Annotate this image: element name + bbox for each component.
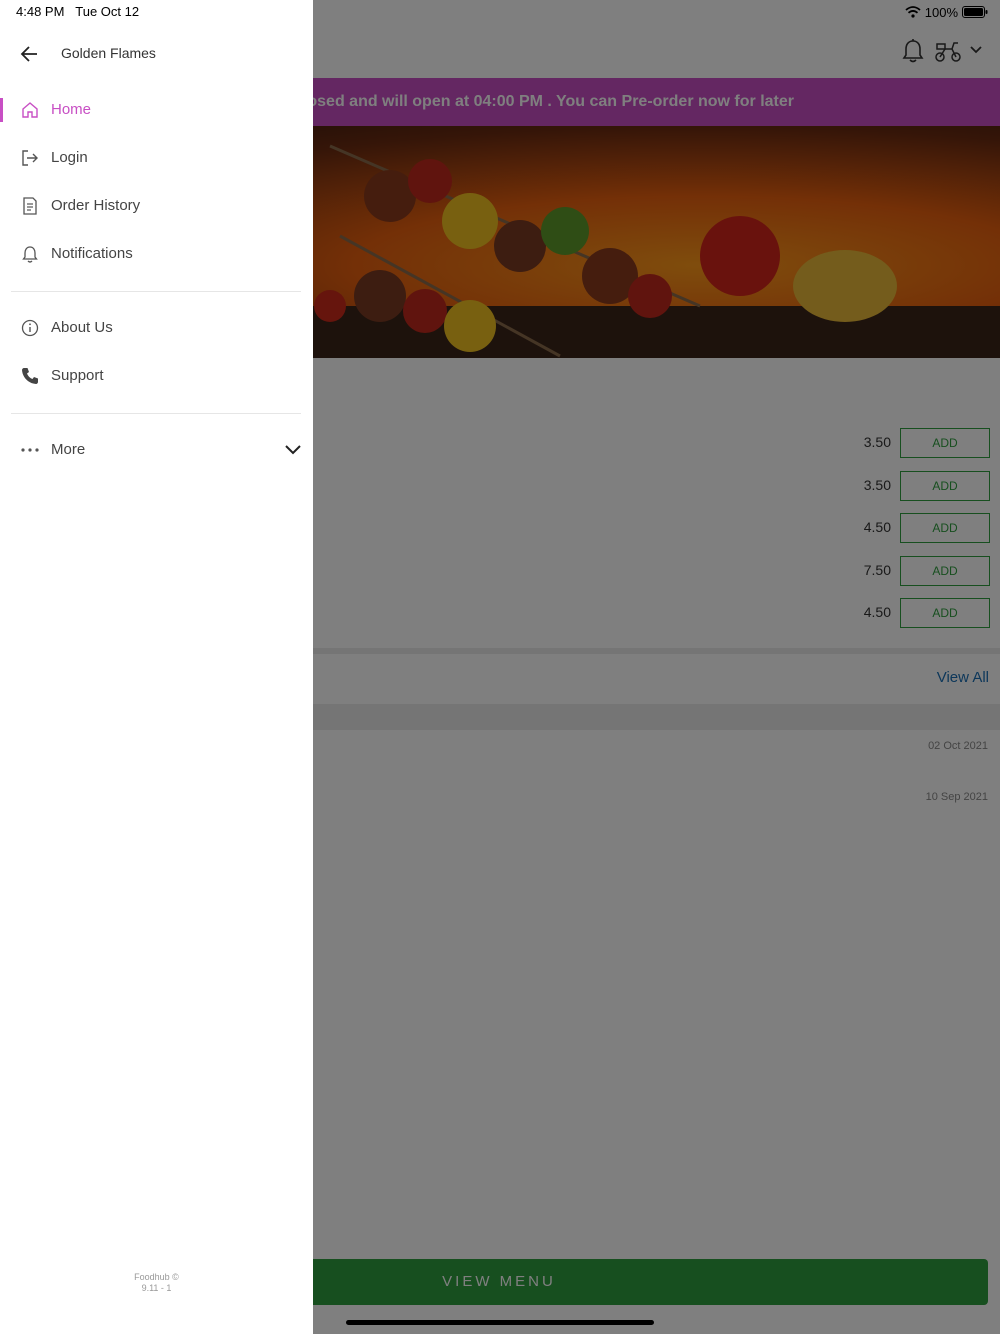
nav-item-about-us[interactable]: About Us: [0, 306, 313, 350]
nav-item-label: Home: [51, 101, 92, 118]
login-icon: [22, 150, 38, 166]
info-icon: [21, 319, 39, 337]
drawer-divider: [11, 413, 301, 414]
nav-item-support[interactable]: Support: [0, 354, 313, 398]
receipt-icon: [23, 197, 37, 215]
nav-item-label: More: [51, 441, 86, 458]
battery-percent: 100%: [924, 4, 958, 20]
chevron-down-icon[interactable]: [284, 442, 302, 458]
nav-item-label: Notifications: [51, 245, 133, 262]
status-indicators: 100%: [905, 3, 988, 21]
status-date: Tue Oct 12: [75, 4, 140, 19]
status-clock: 4:48 PM: [16, 4, 65, 19]
nav-item-label: Order History: [51, 197, 141, 214]
navigation-drawer: Golden Flames Home Login Order History N…: [0, 0, 313, 1334]
bell-icon: [22, 246, 38, 263]
nav-item-login[interactable]: Login: [0, 136, 313, 180]
battery-icon: [962, 6, 988, 18]
active-indicator: [0, 98, 3, 122]
app-footer: Foodhub © 9.11 - 1: [0, 1272, 313, 1294]
home-icon: [22, 102, 38, 118]
footer-version: 9.11 - 1: [141, 1283, 172, 1293]
status-time: 4:48 PM Tue Oct 12: [16, 4, 139, 19]
nav-item-label: Login: [51, 149, 88, 166]
nav-item-notifications[interactable]: Notifications: [0, 232, 313, 276]
back-arrow-icon[interactable]: [20, 44, 40, 64]
nav-item-label: About Us: [51, 319, 113, 336]
nav-item-order-history[interactable]: Order History: [0, 184, 313, 228]
restaurant-name: Golden Flames: [61, 45, 156, 61]
nav-item-more[interactable]: More: [0, 428, 313, 472]
more-dots-icon: [21, 448, 39, 452]
nav-item-home[interactable]: Home: [0, 88, 313, 132]
nav-item-label: Support: [51, 367, 104, 384]
drawer-header: Golden Flames: [0, 28, 313, 80]
footer-brand: Foodhub ©: [134, 1272, 179, 1282]
phone-icon: [22, 368, 38, 384]
wifi-icon: [905, 6, 921, 18]
drawer-divider: [11, 291, 301, 292]
